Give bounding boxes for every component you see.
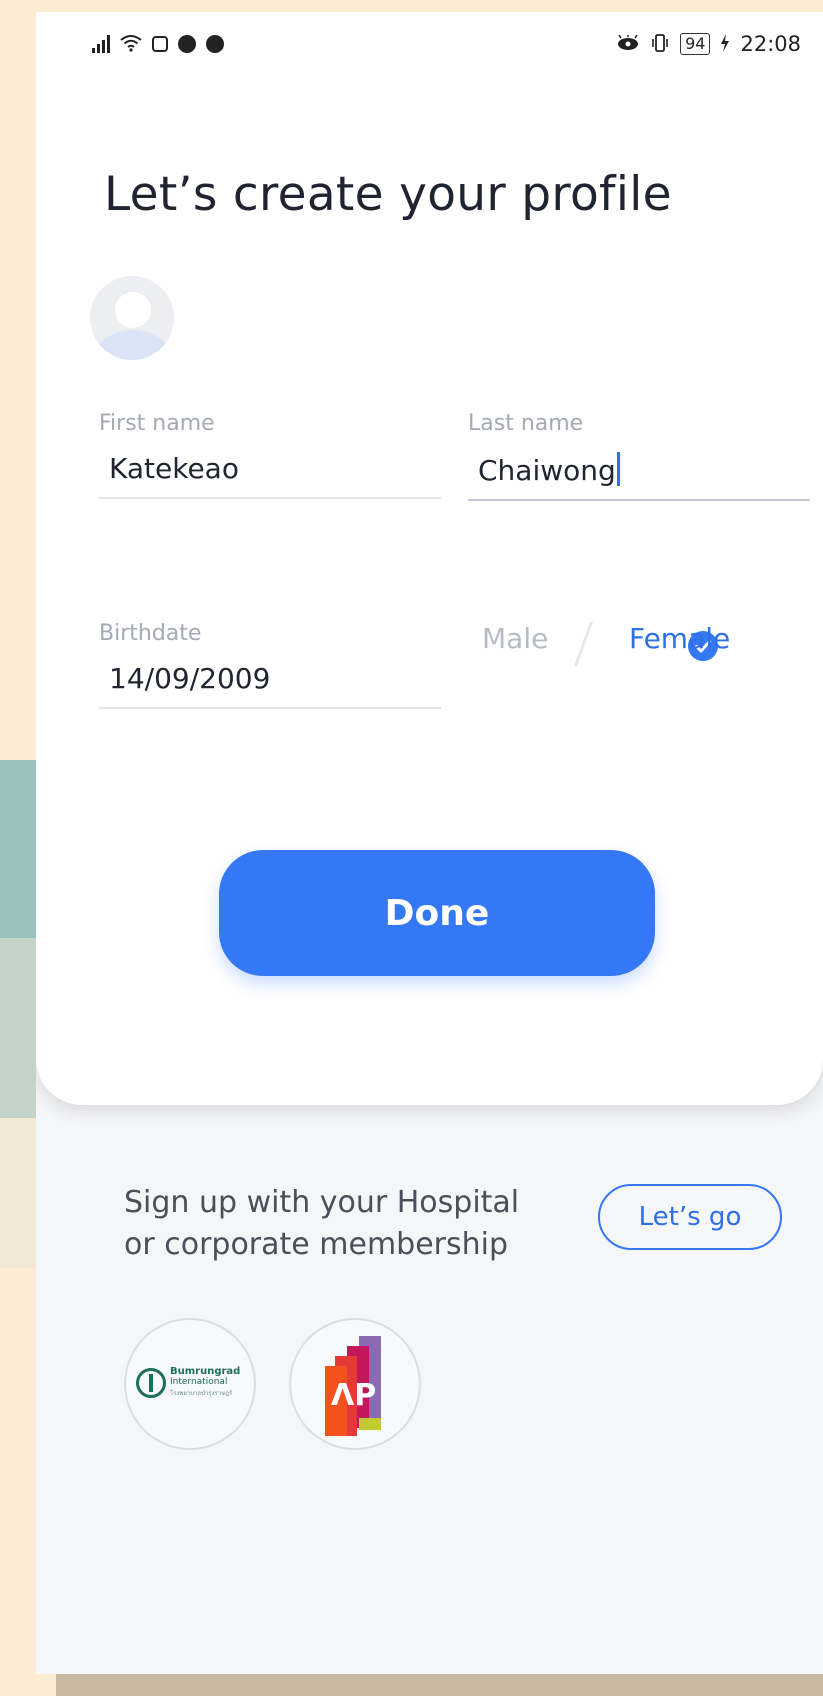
birthdate-label: Birthdate xyxy=(99,621,202,646)
bumrungrad-name: Bumrungrad xyxy=(170,1366,241,1377)
backdrop-cream-panel xyxy=(0,1118,40,1268)
backdrop-teal-panel xyxy=(0,760,40,938)
first-name-input[interactable]: Katekeao xyxy=(99,452,441,499)
last-name-label: Last name xyxy=(468,411,584,436)
avatar-head xyxy=(115,292,151,328)
bumrungrad-mark: Bumrungrad International โรงพยาบาลบำรุงร… xyxy=(136,1366,240,1399)
gender-male-option[interactable]: Male xyxy=(482,622,582,655)
birthdate-field[interactable]: Birthdate 14/09/2009 xyxy=(99,621,441,709)
membership-prompt-line1: Sign up with your Hospital xyxy=(124,1185,520,1220)
ap-wordmark: ΛP xyxy=(331,1378,377,1413)
ap-bar-lime xyxy=(359,1418,381,1430)
wifi-icon xyxy=(120,34,142,55)
gender-female-option[interactable]: Female xyxy=(629,622,730,655)
status-bar-right: 94 22:08 xyxy=(616,32,801,56)
text-caret xyxy=(616,452,620,486)
bumrungrad-wordmark: Bumrungrad International โรงพยาบาลบำรุงร… xyxy=(170,1366,240,1399)
birthdate-input[interactable]: 14/09/2009 xyxy=(99,662,441,709)
gender-selector: Male Female xyxy=(482,622,730,666)
status-clock: 22:08 xyxy=(740,32,801,56)
phone-screen: 94 22:08 Let’s create your profile First… xyxy=(36,12,823,1674)
avatar-torso xyxy=(94,330,172,360)
ap-mark: ΛP xyxy=(325,1336,389,1436)
backdrop-bottom-strip xyxy=(56,1674,823,1696)
charging-icon xyxy=(720,33,730,55)
last-name-value: Chaiwong xyxy=(478,454,616,487)
battery-icon: 94 xyxy=(680,33,711,55)
bumrungrad-sub: International xyxy=(170,1377,228,1387)
first-name-field[interactable]: First name Katekeao xyxy=(99,411,441,499)
page-title: Let’s create your profile xyxy=(104,167,672,222)
bumrungrad-thai: โรงพยาบาลบำรุงราษฎร์ xyxy=(170,1390,233,1397)
done-button[interactable]: Done xyxy=(219,850,655,976)
eye-comfort-icon xyxy=(616,34,640,54)
status-bar-left xyxy=(92,34,224,55)
bumrungrad-emblem-icon xyxy=(136,1367,166,1398)
backdrop-sage-panel xyxy=(0,938,40,1118)
instagram-icon xyxy=(152,36,168,52)
first-name-label: First name xyxy=(99,411,215,436)
membership-prompt: Sign up with your Hospital or corporate … xyxy=(124,1182,519,1266)
membership-prompt-line2: or corporate membership xyxy=(124,1227,509,1262)
status-bar: 94 22:08 xyxy=(36,12,823,76)
vibrate-icon xyxy=(650,33,670,55)
line-icon xyxy=(178,35,196,53)
last-name-input[interactable]: Chaiwong xyxy=(468,452,810,501)
partner-ap-logo[interactable]: ΛP xyxy=(289,1318,421,1450)
avatar-placeholder[interactable] xyxy=(90,276,174,360)
lets-go-button[interactable]: Let’s go xyxy=(598,1184,782,1250)
messenger-icon xyxy=(206,35,224,53)
last-name-field[interactable]: Last name Chaiwong xyxy=(468,411,810,501)
partner-bumrungrad-logo[interactable]: Bumrungrad International โรงพยาบาลบำรุงร… xyxy=(124,1318,256,1450)
signal-icon xyxy=(92,35,110,53)
profile-card: 94 22:08 Let’s create your profile First… xyxy=(36,12,823,1105)
